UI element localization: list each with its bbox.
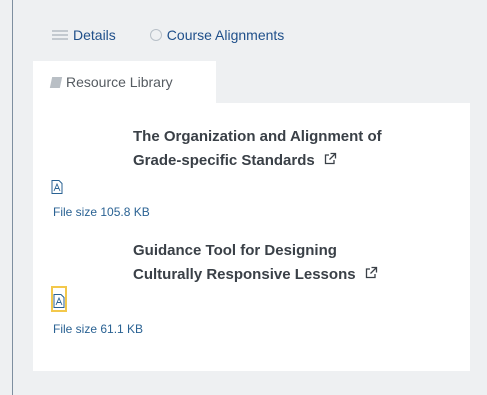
resource-title-line: Culturally Responsive Lessons <box>133 266 356 283</box>
tab-resource-library-label: Resource Library <box>66 74 173 90</box>
tab-resource-library[interactable]: Resource Library <box>33 61 216 103</box>
resource-title-line: Guidance Tool for Designing <box>133 242 337 259</box>
resource-title-line: The Organization and Alignment of <box>133 128 382 145</box>
external-link-icon <box>365 266 377 279</box>
list-icon <box>52 29 68 41</box>
external-link-icon <box>324 152 337 165</box>
tab-bar: Details Course Alignments <box>52 27 284 43</box>
pdf-file-icon[interactable] <box>51 286 67 312</box>
tab-course-alignments-label: Course Alignments <box>166 27 285 43</box>
frame-border <box>12 0 13 395</box>
resource-title-line: Grade-specific Standards <box>133 152 315 169</box>
book-icon <box>49 76 63 88</box>
resource-title-link[interactable]: The Organization and Alignment of Grade-… <box>133 125 463 173</box>
tab-course-alignments[interactable]: Course Alignments <box>149 27 285 43</box>
tab-details-label: Details <box>73 27 116 43</box>
file-size: File size 105.8 KB <box>53 205 150 219</box>
file-size: File size 61.1 KB <box>53 322 144 336</box>
circle-icon <box>149 29 162 41</box>
pdf-file-icon[interactable] <box>51 180 63 194</box>
tab-details[interactable]: Details <box>52 27 116 43</box>
resource-title-link[interactable]: Guidance Tool for Designing Culturally R… <box>133 239 463 287</box>
resource-library-panel: The Organization and Alignment of Grade-… <box>33 103 470 371</box>
